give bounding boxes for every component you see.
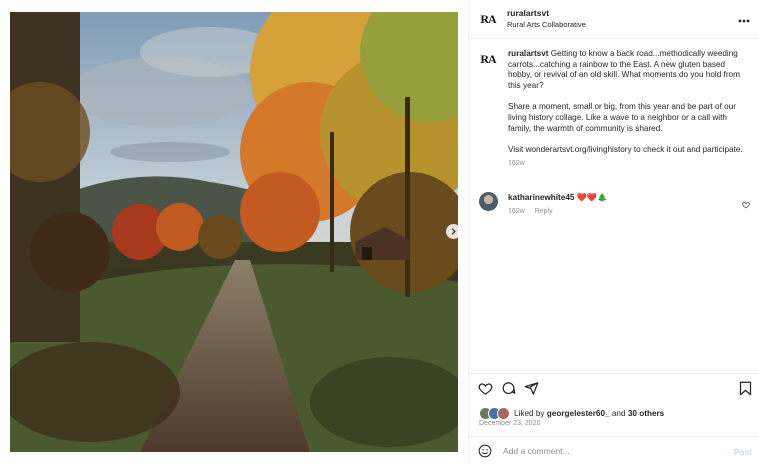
smiley-icon xyxy=(478,444,492,458)
likes-user[interactable]: georgelester60_ xyxy=(547,409,610,418)
comment-icon xyxy=(502,382,516,395)
emoji-button[interactable] xyxy=(478,444,492,463)
comment-meta: 162w Reply xyxy=(508,208,561,215)
post-image[interactable] xyxy=(10,12,458,452)
likes-prefix: Liked by xyxy=(514,409,545,418)
comment-input[interactable] xyxy=(501,445,705,457)
caption-paragraph-2: Share a moment, small or big, from this … xyxy=(508,102,736,133)
bookmark-icon xyxy=(739,381,752,396)
caption-username[interactable]: ruralartsvt xyxy=(508,49,549,58)
comment-reply-button[interactable]: Reply xyxy=(535,208,553,215)
heart-icon xyxy=(742,202,750,209)
share-icon xyxy=(524,382,539,395)
author-avatar-logo: RA xyxy=(480,11,496,26)
likes-others[interactable]: 30 others xyxy=(628,409,664,418)
post-header: RA ruralartsvt Rural Arts Collaborative xyxy=(469,0,759,39)
post-caption: ruralartsvt Getting to know a back road.… xyxy=(508,49,746,169)
chevron-right-icon xyxy=(451,228,456,235)
comment-emoji: ❤️❤️🎄 xyxy=(576,193,608,202)
heart-icon xyxy=(478,383,493,395)
caption-age: 162w xyxy=(508,159,525,167)
post-actions: Liked by georgelester60_ and 30 others D… xyxy=(469,373,759,465)
comment-button[interactable] xyxy=(501,381,516,401)
author-avatar[interactable]: RA xyxy=(477,8,499,30)
comment-age: 162w xyxy=(508,208,525,215)
commenter-username[interactable]: katharinewhite45 xyxy=(508,193,574,202)
likes-summary: Liked by georgelester60_ and 30 others xyxy=(479,407,664,420)
save-button[interactable] xyxy=(739,381,752,401)
more-horizontal-icon xyxy=(738,19,750,23)
share-button[interactable] xyxy=(524,381,539,401)
next-image-button[interactable] xyxy=(446,224,461,239)
author-username[interactable]: ruralartsvt xyxy=(507,8,586,18)
post-side-panel: RA ruralartsvt Rural Arts Collaborative … xyxy=(468,0,759,464)
comment-composer: Post xyxy=(469,436,759,466)
media-area xyxy=(0,0,468,464)
post-date[interactable]: December 23, 2020 xyxy=(479,420,540,427)
more-options-button[interactable] xyxy=(738,12,750,26)
liker-avatar[interactable] xyxy=(497,407,510,420)
caption-avatar-logo: RA xyxy=(480,51,496,66)
like-button[interactable] xyxy=(478,381,493,401)
comment-body: katharinewhite45 ❤️❤️🎄 xyxy=(508,193,607,203)
caption-paragraph-3: Visit wonderartsvt.org/livinghistory to … xyxy=(508,144,743,154)
author-subtitle[interactable]: Rural Arts Collaborative xyxy=(507,20,586,29)
commenter-avatar[interactable] xyxy=(479,192,498,211)
liker-avatars xyxy=(479,407,510,420)
autumn-road-photo xyxy=(10,12,458,452)
comment-like-button[interactable] xyxy=(742,196,750,214)
post-comment-button[interactable]: Post xyxy=(734,447,752,457)
caption-author-avatar[interactable]: RA xyxy=(477,48,499,70)
likes-conjunction: and xyxy=(611,409,626,418)
